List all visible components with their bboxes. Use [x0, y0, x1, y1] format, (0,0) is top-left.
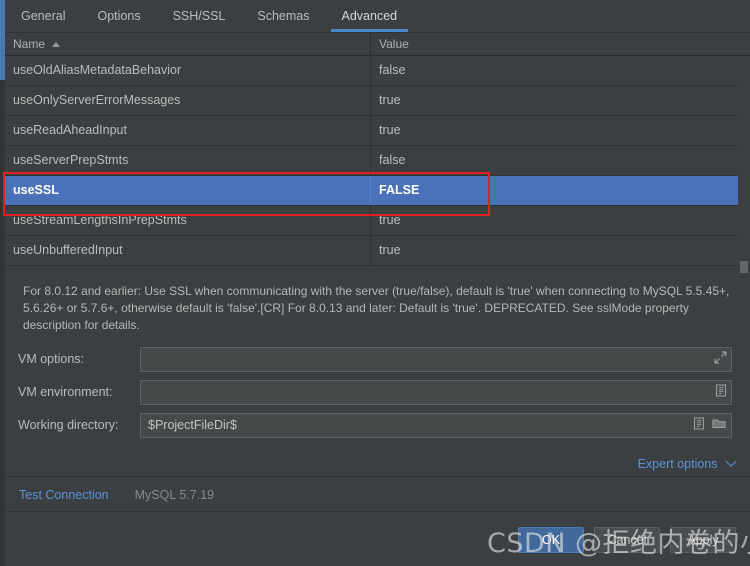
- cell-property-value[interactable]: FALSE: [371, 176, 750, 205]
- expert-options-row: Expert options: [5, 452, 750, 477]
- settings-tab-bar: General Options SSH/SSL Schemas Advanced: [5, 0, 750, 33]
- cell-property-value[interactable]: true: [371, 86, 750, 115]
- apply-button[interactable]: Apply: [670, 526, 736, 553]
- cell-property-value[interactable]: false: [371, 146, 750, 175]
- vm-options-label: VM options:: [18, 352, 85, 366]
- table-row-selected-usessl[interactable]: useSSL FALSE: [5, 176, 750, 206]
- tab-advanced[interactable]: Advanced: [326, 0, 414, 32]
- vm-options-icons: [714, 348, 727, 371]
- table-header-row: Name Value: [5, 33, 750, 56]
- expand-icon[interactable]: [714, 351, 727, 367]
- cell-property-name[interactable]: useSSL: [5, 176, 371, 205]
- cell-property-value[interactable]: true: [371, 206, 750, 235]
- expert-options-label: Expert options: [637, 457, 718, 471]
- table-row[interactable]: useOnlyServerErrorMessages true: [5, 86, 750, 116]
- vm-options-row: VM options:: [5, 345, 750, 373]
- table-row[interactable]: useStreamLengthsInPrepStmts true: [5, 206, 750, 236]
- ok-button[interactable]: OK: [518, 526, 584, 553]
- table-body: useOldAliasMetadataBehavior false useOnl…: [5, 56, 750, 266]
- list-icon[interactable]: [715, 384, 727, 400]
- column-header-value[interactable]: Value: [371, 33, 750, 55]
- chevron-down-icon: [725, 455, 737, 467]
- table-row[interactable]: useReadAheadInput true: [5, 116, 750, 146]
- dialog-button-bar: OK Cancel Apply: [5, 513, 750, 566]
- cell-property-name[interactable]: useOldAliasMetadataBehavior: [5, 56, 371, 85]
- table-row[interactable]: useOldAliasMetadataBehavior false: [5, 56, 750, 86]
- vm-environment-label: VM environment:: [18, 385, 113, 399]
- cell-property-name[interactable]: useStreamLengthsInPrepStmts: [5, 206, 371, 235]
- table-vertical-scrollbar[interactable]: [738, 56, 750, 273]
- driver-version-label: MySQL 5.7.19: [134, 487, 215, 502]
- working-directory-value: $ProjectFileDir$: [148, 418, 237, 432]
- working-directory-label: Working directory:: [18, 418, 119, 432]
- column-header-name[interactable]: Name: [5, 33, 371, 55]
- property-description: For 8.0.12 and earlier: Use SSL when com…: [5, 274, 750, 336]
- column-header-value-label: Value: [379, 37, 409, 51]
- cell-property-name[interactable]: useUnbufferedInput: [5, 236, 371, 265]
- test-connection-link[interactable]: Test Connection: [5, 488, 109, 502]
- folder-icon[interactable]: [712, 417, 727, 433]
- working-directory-icons: [693, 414, 727, 437]
- working-directory-input[interactable]: $ProjectFileDir$: [140, 412, 732, 438]
- cell-property-name[interactable]: useOnlyServerErrorMessages: [5, 86, 371, 115]
- cell-property-value[interactable]: true: [371, 116, 750, 145]
- vm-environment-row: VM environment:: [5, 378, 750, 406]
- advanced-properties-table: Name Value useOldAliasMetadataBehavior f…: [5, 33, 750, 273]
- connection-settings-dialog: General Options SSH/SSL Schemas Advanced…: [0, 0, 750, 566]
- column-header-name-label: Name: [13, 37, 46, 51]
- sort-ascending-icon: [52, 41, 61, 47]
- tab-schemas[interactable]: Schemas: [241, 0, 325, 32]
- table-scrollbar-thumb[interactable]: [740, 261, 748, 273]
- cell-property-value[interactable]: false: [371, 56, 750, 85]
- dialog-footer: Test Connection MySQL 5.7.19: [5, 478, 750, 512]
- cell-property-value[interactable]: true: [371, 236, 750, 265]
- list-icon[interactable]: [693, 417, 705, 433]
- advanced-form: VM options: VM environment: Working dire…: [5, 340, 750, 452]
- vm-environment-icons: [715, 381, 727, 404]
- tab-ssh-ssl[interactable]: SSH/SSL: [157, 0, 242, 32]
- cell-property-name[interactable]: useServerPrepStmts: [5, 146, 371, 175]
- tab-general[interactable]: General: [5, 0, 81, 32]
- vm-environment-input[interactable]: [140, 379, 732, 405]
- table-row[interactable]: useServerPrepStmts false: [5, 146, 750, 176]
- table-row[interactable]: useUnbufferedInput true: [5, 236, 750, 266]
- cancel-button[interactable]: Cancel: [594, 526, 660, 553]
- working-directory-row: Working directory: $ProjectFileDir$: [5, 411, 750, 439]
- cell-property-name[interactable]: useReadAheadInput: [5, 116, 371, 145]
- expert-options-link[interactable]: Expert options: [637, 455, 737, 471]
- vm-options-input[interactable]: [140, 346, 732, 372]
- tab-options[interactable]: Options: [81, 0, 156, 32]
